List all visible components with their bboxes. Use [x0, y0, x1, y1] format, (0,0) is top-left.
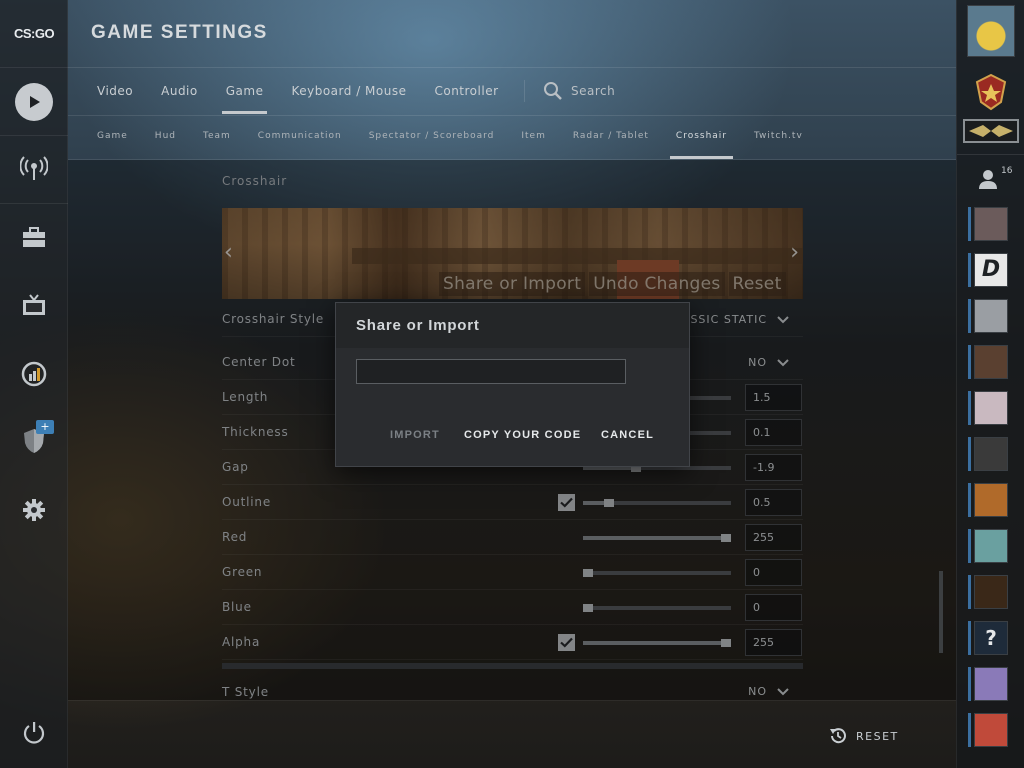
friend-status-strip — [968, 437, 971, 471]
subtab-game[interactable]: Game — [97, 131, 128, 159]
reset-label: RESET — [856, 729, 899, 743]
stats-button[interactable] — [14, 354, 54, 394]
dialog-title: Share or Import — [336, 303, 689, 348]
tab-video[interactable]: Video — [97, 82, 147, 114]
friend-status-strip — [968, 299, 971, 333]
friend-avatar[interactable]: ? — [974, 621, 1008, 655]
friend-status-strip — [968, 345, 971, 379]
tv-button[interactable] — [14, 286, 54, 326]
friend-avatar[interactable]: D — [974, 253, 1008, 287]
friends-count: 16 — [1001, 166, 1013, 176]
friends-rail: 16 D? — [956, 0, 1024, 768]
subtab-twitch[interactable]: Twitch.tv — [754, 131, 803, 159]
tv-icon — [23, 294, 45, 315]
friend-status-strip — [968, 667, 971, 701]
tab-game[interactable]: Game — [221, 82, 278, 114]
search-label: Search — [571, 84, 616, 98]
header-divider — [68, 67, 956, 68]
friend-status-strip — [968, 391, 971, 425]
reset-button[interactable]: RESET — [828, 726, 899, 746]
rail-divider — [0, 135, 68, 136]
subtab-crosshair[interactable]: Crosshair — [669, 131, 734, 159]
sub-tabs: Game Hud Team Communication Spectator / … — [97, 131, 830, 159]
search-button[interactable]: Search — [524, 80, 615, 102]
play-icon — [15, 83, 53, 121]
play-button[interactable] — [14, 82, 54, 122]
subtab-communication[interactable]: Communication — [258, 131, 342, 159]
briefcase-icon — [23, 227, 45, 247]
copy-code-button[interactable]: COPY YOUR CODE — [464, 429, 581, 441]
friend-avatar[interactable] — [974, 345, 1008, 379]
tab-keyboard-mouse[interactable]: Keyboard / Mouse — [291, 82, 420, 114]
friend-avatar[interactable] — [974, 667, 1008, 701]
friend-avatar[interactable] — [974, 391, 1008, 425]
subtab-spectator-scoreboard[interactable]: Spectator / Scoreboard — [369, 131, 495, 159]
subtab-radar-tablet[interactable]: Radar / Tablet — [573, 131, 649, 159]
friend-avatar[interactable] — [974, 483, 1008, 517]
reset-icon — [830, 728, 846, 744]
tab-controller[interactable]: Controller — [434, 82, 512, 114]
cancel-button[interactable]: CANCEL — [601, 429, 654, 441]
friend-status-strip — [968, 529, 971, 563]
csgo-logo[interactable]: CS:GO — [0, 0, 68, 68]
share-import-dialog: Share or Import IMPORT COPY YOUR CODE CA… — [335, 302, 690, 467]
tabs-divider — [68, 115, 956, 116]
new-badge: + — [36, 420, 54, 434]
friend-avatar[interactable] — [974, 529, 1008, 563]
main-tabs: Video Audio Game Keyboard / Mouse Contro… — [97, 82, 527, 114]
unknown-avatar-icon: ? — [985, 626, 997, 650]
left-nav-rail: CS:GO + — [0, 0, 68, 768]
share-code-input[interactable] — [356, 359, 626, 384]
friend-avatar[interactable] — [974, 299, 1008, 333]
inventory-button[interactable] — [14, 218, 54, 258]
friend-status-strip — [968, 207, 971, 241]
power-icon — [23, 722, 45, 744]
avatar-letter-icon: D — [981, 257, 1001, 282]
friend-avatar[interactable] — [974, 713, 1008, 747]
subtab-team[interactable]: Team — [203, 131, 231, 159]
search-icon — [544, 82, 562, 100]
watch-button[interactable] — [14, 148, 54, 188]
friends-icon[interactable] — [977, 168, 999, 190]
friend-avatar[interactable] — [974, 575, 1008, 609]
tab-audio[interactable]: Audio — [161, 82, 212, 114]
friend-status-strip — [968, 483, 971, 517]
page-title: GAME SETTINGS — [91, 22, 268, 43]
rail-divider — [957, 154, 1024, 155]
friend-status-strip — [968, 253, 971, 287]
import-button[interactable]: IMPORT — [390, 429, 440, 441]
settings-button[interactable] — [14, 490, 54, 530]
friend-status-strip — [968, 713, 971, 747]
player-avatar[interactable] — [967, 5, 1015, 57]
friend-status-strip — [968, 575, 971, 609]
rank-emblem-icon — [975, 73, 1007, 111]
stats-icon — [21, 361, 47, 387]
antenna-icon — [20, 156, 48, 180]
skill-group-badge — [963, 119, 1019, 143]
friend-avatar[interactable] — [974, 437, 1008, 471]
gear-icon — [23, 499, 45, 521]
footer-divider — [68, 700, 956, 701]
power-button[interactable] — [14, 713, 54, 753]
subtab-item[interactable]: Item — [521, 131, 546, 159]
rail-divider — [0, 203, 68, 204]
friend-avatar[interactable] — [974, 207, 1008, 241]
friend-status-strip — [968, 621, 971, 655]
subtab-hud[interactable]: Hud — [155, 131, 176, 159]
